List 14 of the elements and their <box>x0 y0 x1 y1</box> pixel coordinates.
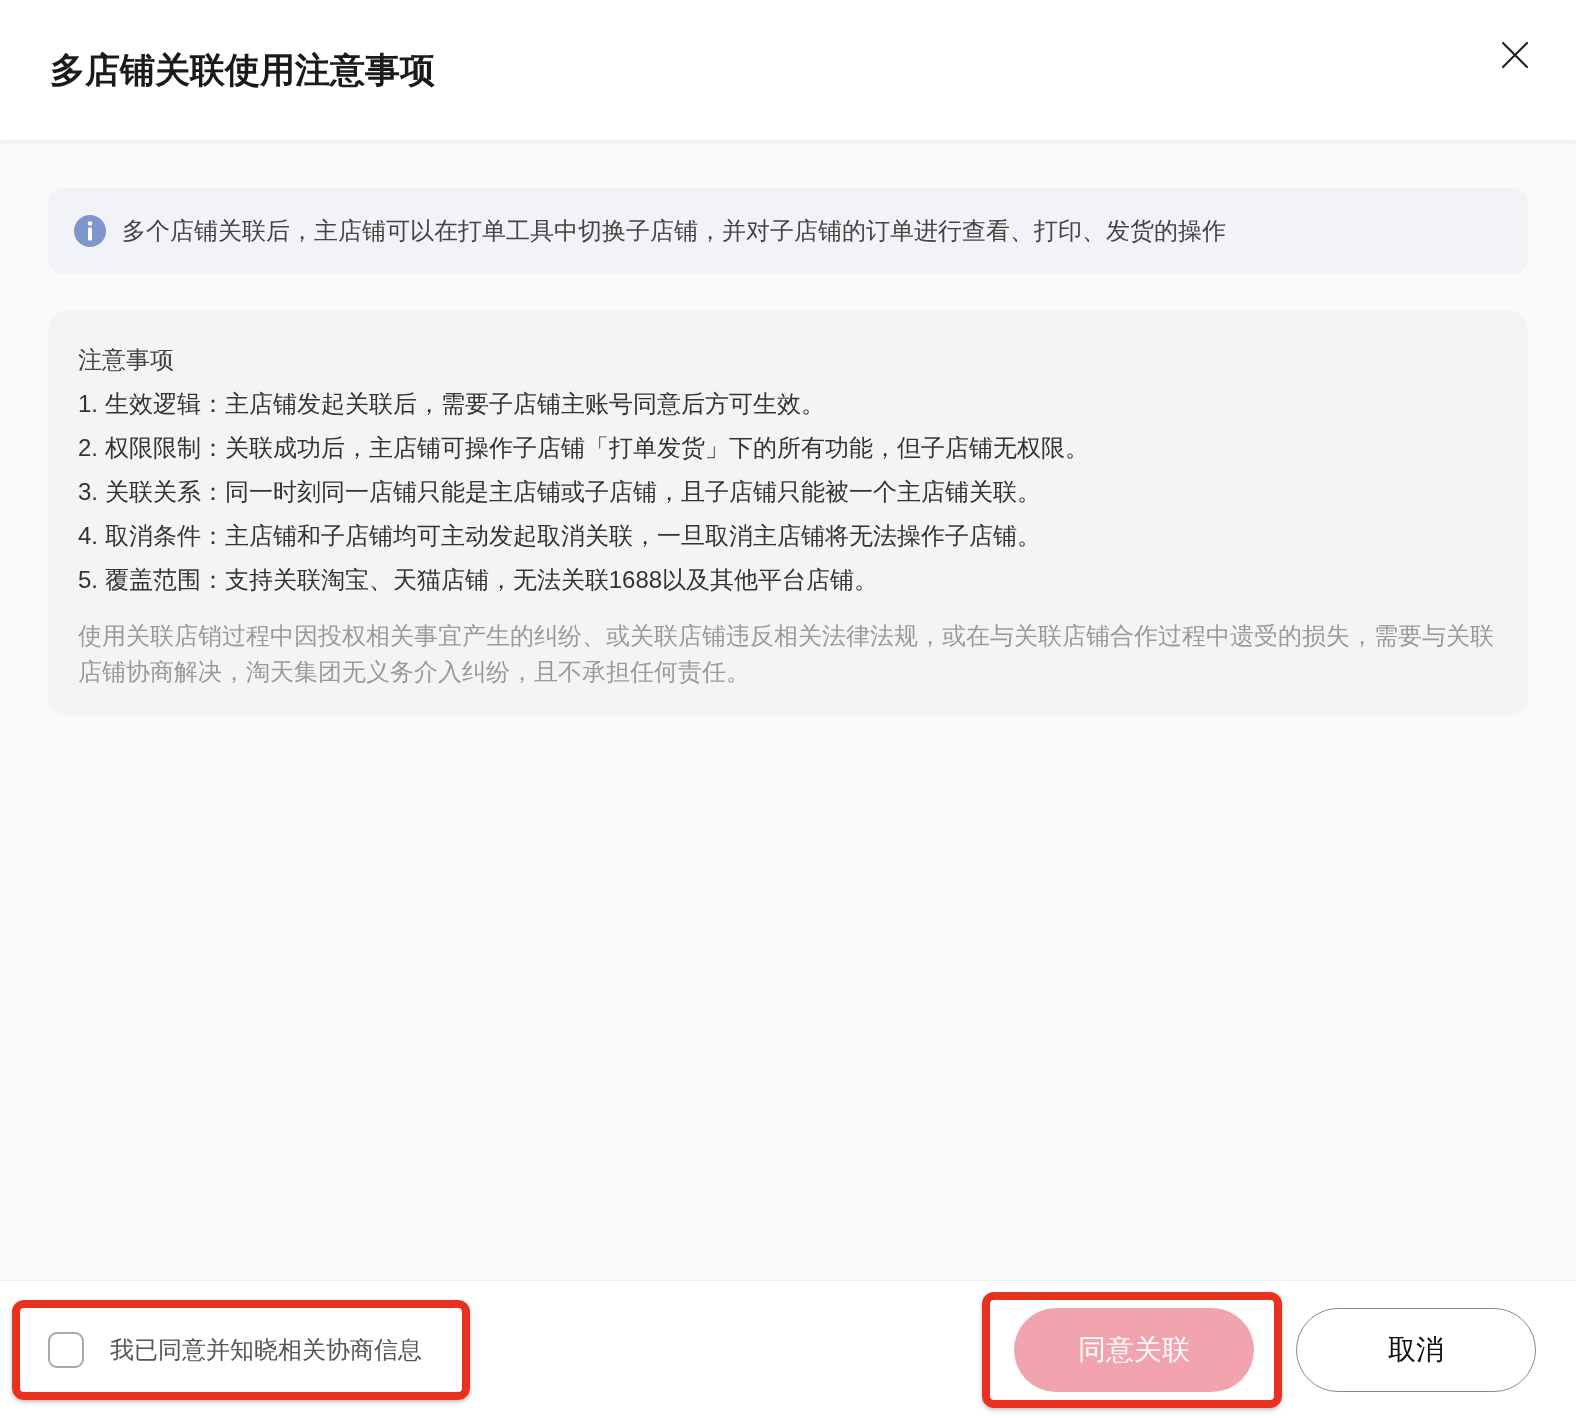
disclaimer-text: 使用关联店销过程中因投权相关事宜产生的纠纷、或关联店铺违反相关法律法规，或在与关联店铺合作过程中遗受的损失，需要与关联店铺协商解决，淘天集团无义务介入纠纷，且不承担任何责任。 <box>78 621 1495 687</box>
cancel-button[interactable]: 取消 <box>1296 1307 1536 1392</box>
notes-item: 5. 覆盖范围：支持关联淘宝、天猫店铺，无法关联1688以及其他平台店铺。 <box>78 565 880 595</box>
notes-heading: 注意事项 <box>78 345 175 375</box>
info-text: 多个店铺关联后，主店铺可以在打单工具中切换子店铺，并对子店铺的订单进行查看、打印、发货的操作 <box>122 216 1226 246</box>
info-icon <box>74 215 106 247</box>
dialog-title: 多店铺关联使用注意事项 <box>50 49 435 91</box>
notes-item: 2. 权限限制：关联成功后，主店铺可操作子店铺「打单发货」下的所有功能，但子店铺无权限。 <box>78 433 1090 463</box>
agreement-label: 我已同意并知晓相关协商信息 <box>110 1334 422 1365</box>
notes-item: 1. 生效逻辑：主店铺发起关联后，需要子店铺主账号同意后方可生效。 <box>78 389 826 419</box>
agreement-checkbox[interactable] <box>48 1331 84 1368</box>
notes-item: 3. 关联关系：同一时刻同一店铺只能是主店铺或子店铺，且子店铺只能被一个主店铺关联。 <box>78 477 1042 507</box>
notes-item: 4. 取消条件：主店铺和子店铺均可主动发起取消关联，一旦取消主店铺将无法操作子店铺。 <box>78 521 1042 551</box>
close-icon[interactable] <box>1502 42 1528 68</box>
